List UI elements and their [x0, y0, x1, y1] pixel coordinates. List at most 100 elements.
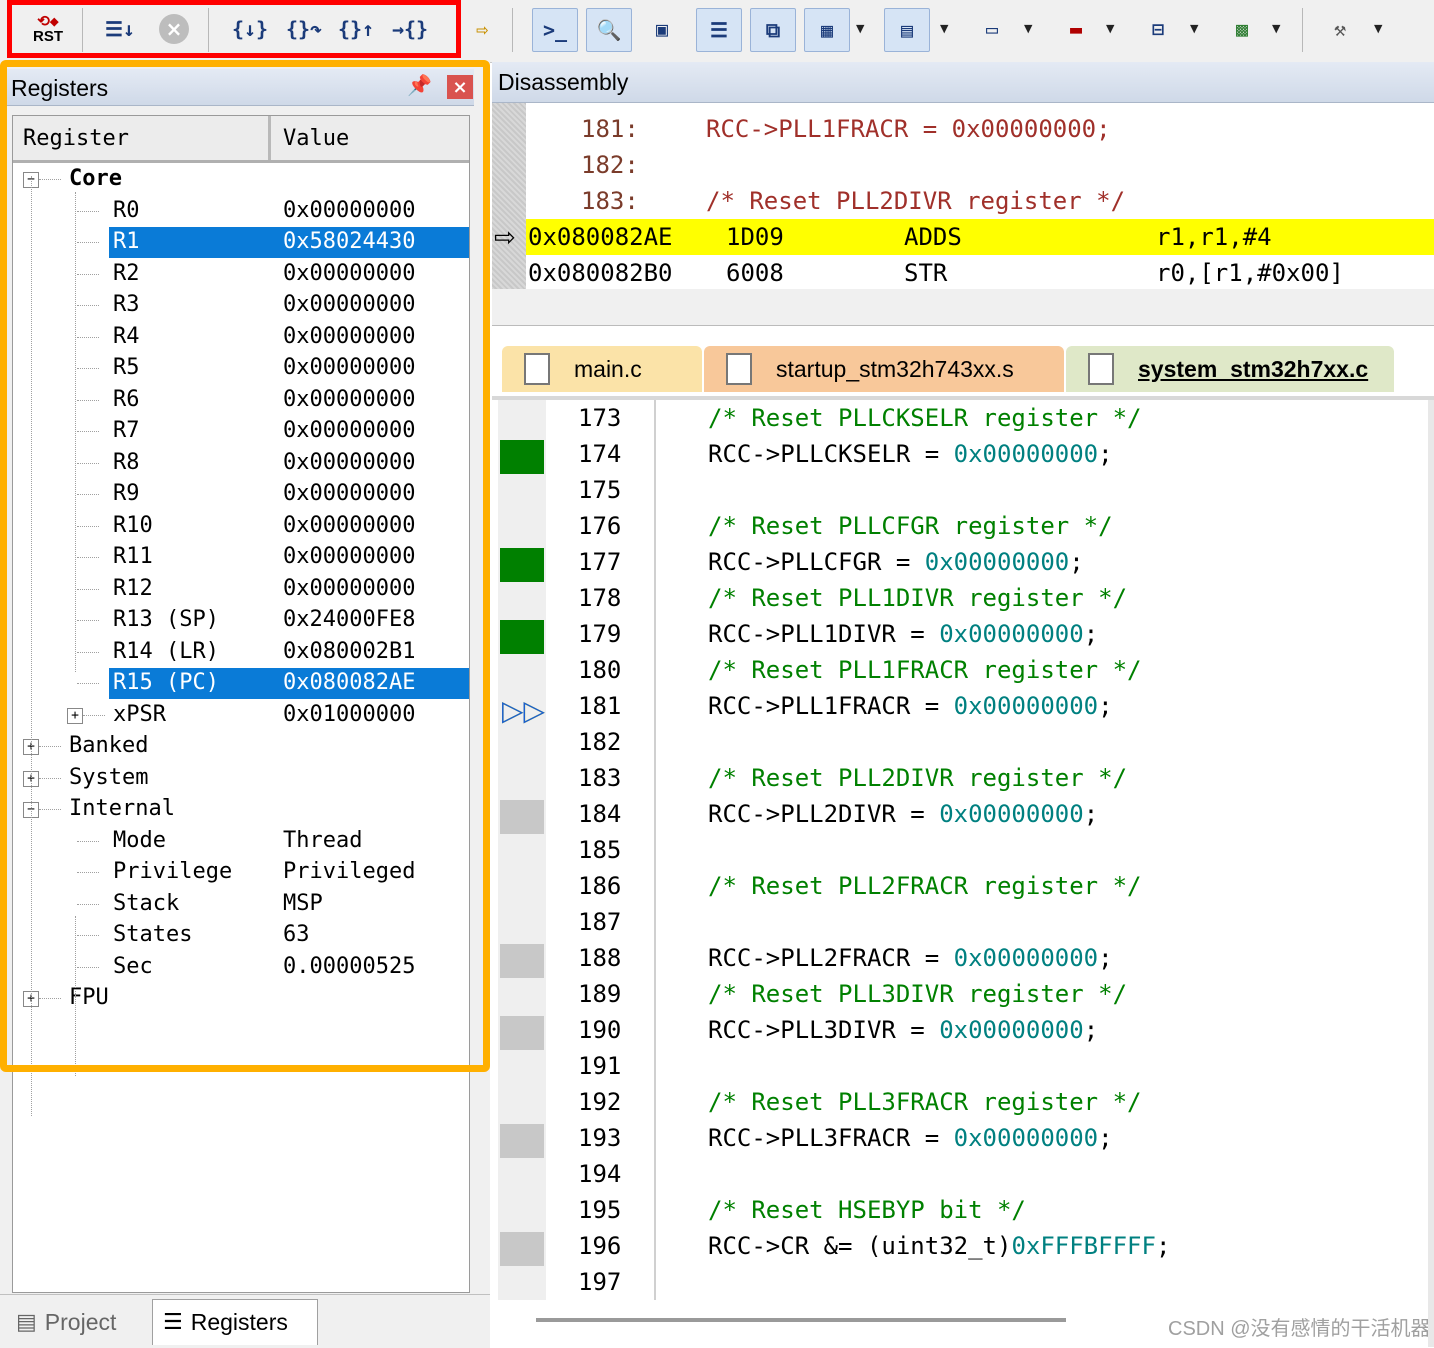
chevron-down-icon[interactable]: ▼	[1374, 22, 1382, 35]
code-line[interactable]: 186 /* Reset PLL2FRACR register */	[492, 870, 1434, 906]
call-stack-icon[interactable]: ⧉	[750, 8, 796, 52]
register-row[interactable]: + System	[13, 763, 469, 794]
register-value[interactable]: 0x24000FE8	[283, 607, 415, 632]
close-icon[interactable]: ×	[447, 75, 473, 99]
code-line[interactable]: 175	[492, 474, 1434, 510]
system-viewer-icon[interactable]: ▩	[1220, 8, 1264, 50]
code-line[interactable]: 180 /* Reset PLL1FRACR register */	[492, 654, 1434, 690]
command-window-icon[interactable]: >_	[532, 8, 578, 52]
code-line[interactable]: 187	[492, 906, 1434, 942]
code-line[interactable]: 195 /* Reset HSEBYP bit */	[492, 1194, 1434, 1230]
register-value[interactable]: 0x00000000	[283, 418, 415, 443]
code-line[interactable]: ▷▷ 181 RCC->PLL1FRACR = 0x00000000;	[492, 690, 1434, 727]
expand-icon[interactable]: +	[67, 707, 83, 724]
register-value[interactable]: 0x080082AE	[283, 670, 415, 695]
disassembly-current-instruction[interactable]: 0x080082AE 1D09 ADDS r1,r1,#4	[526, 219, 1434, 255]
disassembly-window[interactable]: 181: RCC->PLL1FRACR = 0x00000000; 182: 1…	[492, 103, 1434, 326]
register-row[interactable]: Privilege Privileged	[13, 857, 469, 888]
code-line[interactable]: 183 /* Reset PLL2DIVR register */	[492, 762, 1434, 798]
register-row[interactable]: R13 (SP) 0x24000FE8	[13, 605, 469, 636]
memory-window-icon[interactable]: ▤	[884, 8, 930, 52]
register-row[interactable]: Stack MSP	[13, 889, 469, 920]
watch-window-icon[interactable]: ▦	[804, 8, 850, 52]
register-row[interactable]: Sec 0.00000525	[13, 952, 469, 983]
register-row[interactable]: − Core	[13, 164, 469, 195]
analysis-window-icon[interactable]: ▬	[1054, 8, 1098, 50]
register-row[interactable]: R11 0x00000000	[13, 542, 469, 573]
chevron-down-icon[interactable]: ▼	[1272, 22, 1280, 35]
disassembly-window-icon[interactable]: 🔍	[586, 8, 632, 52]
code-line[interactable]: 173 /* Reset PLLCKSELR register */	[492, 402, 1434, 438]
register-value[interactable]: 0x00000000	[283, 576, 415, 601]
register-row[interactable]: R14 (LR) 0x080002B1	[13, 637, 469, 668]
register-value[interactable]: 0x00000000	[283, 544, 415, 569]
code-line[interactable]: 194	[492, 1158, 1434, 1194]
register-row[interactable]: R2 0x00000000	[13, 259, 469, 290]
registers-window-icon[interactable]: ☰	[696, 8, 742, 52]
register-value[interactable]: 0x01000000	[283, 702, 415, 727]
chevron-down-icon[interactable]: ▼	[1190, 22, 1198, 35]
register-row[interactable]: R6 0x00000000	[13, 385, 469, 416]
register-row[interactable]: R3 0x00000000	[13, 290, 469, 321]
register-value[interactable]: 63	[283, 922, 310, 947]
register-row[interactable]: R8 0x00000000	[13, 448, 469, 479]
tab-project[interactable]: ▤ Project	[16, 1299, 116, 1345]
register-value[interactable]: 0x00000000	[283, 355, 415, 380]
register-value[interactable]: Thread	[283, 828, 362, 853]
code-line[interactable]: 185	[492, 834, 1434, 870]
code-line[interactable]: 192 /* Reset PLL3FRACR register */	[492, 1086, 1434, 1122]
register-value[interactable]: 0x00000000	[283, 292, 415, 317]
tab-startup-s[interactable]: startup_stm32h743xx.s	[704, 346, 1064, 392]
register-row[interactable]: + FPU	[13, 983, 469, 1014]
code-line[interactable]: 197	[492, 1266, 1434, 1302]
register-row[interactable]: + xPSR 0x01000000	[13, 700, 469, 731]
pin-icon[interactable]: 📌	[407, 73, 432, 97]
code-line[interactable]: 182	[492, 726, 1434, 762]
code-line[interactable]: 189 /* Reset PLL3DIVR register */	[492, 978, 1434, 1014]
disassembly-instruction[interactable]: 0x080082B0 6008 STR r0,[r1,#0x00]	[526, 255, 1434, 291]
code-line[interactable]: 184 RCC->PLL2DIVR = 0x00000000;	[492, 798, 1434, 834]
chevron-down-icon[interactable]: ▼	[856, 22, 864, 35]
code-line[interactable]: 196 RCC->CR &= (uint32_t)0xFFFBFFFF;	[492, 1230, 1434, 1266]
register-value[interactable]: 0x00000000	[283, 387, 415, 412]
register-row[interactable]: R9 0x00000000	[13, 479, 469, 510]
register-row[interactable]: R15 (PC) 0x080082AE	[13, 668, 469, 699]
register-row[interactable]: R12 0x00000000	[13, 574, 469, 605]
editor-vertical-scrollbar[interactable]	[1428, 400, 1434, 1347]
register-row[interactable]: States 63	[13, 920, 469, 951]
register-row[interactable]: − Internal	[13, 794, 469, 825]
register-value[interactable]: 0x080002B1	[283, 639, 415, 664]
serial-window-icon[interactable]: ▭	[970, 8, 1014, 50]
tab-registers[interactable]: ☰ Registers	[152, 1299, 318, 1345]
chevron-down-icon[interactable]: ▼	[940, 22, 948, 35]
column-value[interactable]: Value	[283, 126, 349, 151]
tab-system-c[interactable]: system_stm32h7xx.c	[1066, 346, 1394, 392]
register-row[interactable]: R1 0x58024430	[13, 227, 469, 258]
register-row[interactable]: R4 0x00000000	[13, 322, 469, 353]
register-row[interactable]: R10 0x00000000	[13, 511, 469, 542]
register-value[interactable]: MSP	[283, 891, 323, 916]
show-next-statement-icon[interactable]: ⇨	[460, 8, 504, 50]
register-value[interactable]: 0x00000000	[283, 198, 415, 223]
code-line[interactable]: 178 /* Reset PLL1DIVR register */	[492, 582, 1434, 618]
code-line[interactable]: 188 RCC->PLL2FRACR = 0x00000000;	[492, 942, 1434, 978]
register-row[interactable]: R5 0x00000000	[13, 353, 469, 384]
disassembly-scrollbar[interactable]	[492, 289, 1434, 325]
column-divider[interactable]	[268, 116, 271, 160]
symbols-window-icon[interactable]: ▣	[640, 8, 684, 50]
registers-tree[interactable]: Register Value − Core R0 0x00000000 R1 0x5802…	[12, 115, 470, 1293]
tools-icon[interactable]: ⚒	[1318, 8, 1362, 50]
register-value[interactable]: Privileged	[283, 859, 415, 884]
editor-horizontal-scrollbar[interactable]	[536, 1318, 1066, 1322]
register-row[interactable]: R7 0x00000000	[13, 416, 469, 447]
register-value[interactable]: 0x00000000	[283, 513, 415, 538]
register-value[interactable]: 0x00000000	[283, 481, 415, 506]
code-line[interactable]: 190 RCC->PLL3DIVR = 0x00000000;	[492, 1014, 1434, 1050]
chevron-down-icon[interactable]: ▼	[1106, 22, 1114, 35]
column-register[interactable]: Register	[23, 126, 129, 151]
register-row[interactable]: Mode Thread	[13, 826, 469, 857]
code-line[interactable]: 193 RCC->PLL3FRACR = 0x00000000;	[492, 1122, 1434, 1158]
register-row[interactable]: + Banked	[13, 731, 469, 762]
code-line[interactable]: 191	[492, 1050, 1434, 1086]
register-value[interactable]: 0.00000525	[283, 954, 415, 979]
